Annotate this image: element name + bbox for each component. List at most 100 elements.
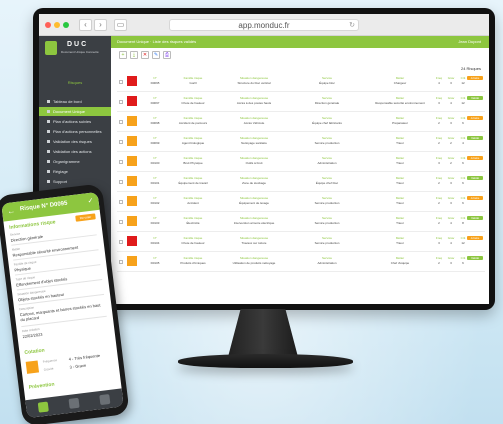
table-row[interactable]: N° D0100 Famille risque Bruit Physique Situa… (117, 154, 485, 172)
cell-value: Zone de stockage (242, 181, 266, 185)
table-row[interactable]: N° D0104 Famille risque Chute de hauteur Sit… (117, 234, 485, 252)
table-row[interactable]: N° D0099 Famille risque Agent biologique Sit… (117, 134, 485, 152)
cell-value: D0095 (150, 81, 160, 85)
frequency-label: Fréquence (42, 358, 58, 364)
sidebar-item-dashboard[interactable]: Tableau de bord (39, 97, 111, 106)
sidebar-item-document-unique[interactable]: Document Unique (39, 107, 111, 116)
criticity-square (127, 236, 137, 246)
table-cell-id: N° D0095 (145, 76, 165, 85)
table-row[interactable]: N° D0103 Famille risque Électricité Situatio… (117, 214, 485, 232)
table-row[interactable]: N° D0097 Famille risque Chute de hauteur Sit… (117, 94, 485, 112)
table-cell-service: Service Équipe chef fabricants (297, 116, 357, 125)
status-badge[interactable]: Validé (467, 256, 483, 260)
row-checkbox[interactable] (119, 200, 123, 204)
table-row[interactable]: N° D0101 Famille risque Équipement de trava… (117, 174, 485, 192)
back-arrow-icon[interactable]: ‹ (79, 19, 92, 31)
sidebar-item-validate-actions[interactable]: Validation des actions (39, 147, 111, 156)
status-badge[interactable]: Validé (467, 216, 483, 220)
row-checkbox[interactable] (119, 80, 123, 84)
row-checkbox[interactable] (119, 240, 123, 244)
tab-sheets-icon[interactable] (99, 393, 111, 406)
table-cell-famille: Famille risque Chute de hauteur (172, 236, 214, 245)
back-arrow-icon[interactable]: ← (7, 206, 16, 216)
tab-risks-icon[interactable] (37, 401, 49, 413)
column-header: Situation dangereuse (239, 176, 269, 180)
cell-value: 2 (450, 161, 452, 165)
table-cell-id: N° D0104 (145, 236, 165, 245)
sidebar-heading: Risques (67, 80, 83, 85)
phone-tabbar (25, 388, 124, 419)
column-header: Grav (447, 96, 455, 100)
reload-icon[interactable]: ↻ (349, 20, 355, 31)
row-checkbox[interactable] (119, 260, 123, 264)
table-row[interactable]: N° D0095 Famille risque Gorill Situation dan… (117, 74, 485, 92)
sidebar-item-label: Plan d'actions suivies (53, 119, 92, 124)
cell-value: 2 (438, 221, 440, 225)
forward-arrow-icon[interactable]: › (94, 19, 107, 31)
table-row[interactable]: N° D0105 Famille risque Produits chimiques S… (117, 254, 485, 272)
sidebar-item-settings[interactable]: Réglage (39, 167, 111, 176)
row-checkbox[interactable] (119, 180, 123, 184)
column-header: Service (321, 156, 332, 160)
cell-value: 4 (462, 141, 464, 145)
status-badge[interactable]: A faire (467, 156, 483, 160)
delete-icon[interactable]: ✕ (141, 51, 149, 59)
add-icon[interactable]: + (119, 51, 127, 59)
sidebar-item-action-plans[interactable]: Plan d'actions suivies (39, 117, 111, 126)
sidebar-item-org-chart[interactable]: Organigramme (39, 157, 111, 166)
row-checkbox[interactable] (119, 160, 123, 164)
address-bar[interactable]: app.monduc.fr ↻ (169, 19, 359, 31)
table-cell-service: Service Administration (297, 256, 357, 265)
column-header: Métier (395, 136, 405, 140)
check-icon[interactable]: ✓ (87, 196, 94, 205)
column-header: N° (153, 256, 157, 260)
row-checkbox[interactable] (119, 120, 123, 124)
maximize-window-dot[interactable] (63, 22, 69, 28)
sidebar-item-personal-plans[interactable]: Plan d'actions personnelles (39, 127, 111, 136)
re-rate-button[interactable]: Re-coter (75, 213, 96, 222)
minimize-window-dot[interactable] (54, 22, 60, 28)
close-window-dot[interactable] (45, 22, 51, 28)
status-badge[interactable]: Validé (467, 136, 483, 140)
status-badge[interactable]: Validé (467, 176, 483, 180)
sidebar-item-label: Tableau de bord (53, 99, 82, 104)
sidebar-toggle-icon[interactable]: ▭ (114, 19, 127, 31)
column-header: Grav (447, 216, 455, 220)
cell-value: 3 (450, 81, 452, 85)
org-chart-icon (47, 160, 50, 164)
tab-actions-icon[interactable] (68, 397, 80, 409)
status-badge[interactable]: A faire (467, 236, 483, 240)
edit-icon[interactable]: ✎ (152, 51, 160, 59)
row-checkbox[interactable] (119, 140, 123, 144)
table-cell-metier: Métier Chargeur (365, 76, 435, 85)
status-badge[interactable]: A faire (467, 196, 483, 200)
table-row[interactable]: N° D0102 Famille risque Accident Situation d… (117, 194, 485, 212)
column-header: Service (321, 216, 332, 220)
table-cell-g: Grav 3 (447, 256, 455, 265)
table-cell-situation: Situation dangereuse Utilisation de produ… (220, 256, 288, 265)
user-menu[interactable]: Jean Dupont (458, 39, 481, 44)
gravity-value: 3 - Grave (69, 362, 87, 370)
cell-value: Service production (314, 201, 340, 205)
status-badge[interactable]: A faire (467, 116, 483, 120)
table-row[interactable]: N° D0098 Famille risque Accident de parcour… (117, 114, 485, 132)
sidebar-item-support[interactable]: Support (39, 177, 111, 186)
row-checkbox[interactable] (119, 220, 123, 224)
column-header: Crit (460, 136, 466, 140)
row-checkbox[interactable] (119, 100, 123, 104)
cell-value: D0101 (150, 181, 160, 185)
table-cell-c: Crit 12 (459, 76, 467, 85)
print-icon[interactable]: ⎙ (163, 51, 171, 59)
sidebar-item-label: Validation des risques (53, 139, 92, 144)
cell-value: 4 (450, 221, 452, 225)
table-cell-g: Grav 2 (447, 156, 455, 165)
sidebar-item-validate-risks[interactable]: Validation des risques (39, 137, 111, 146)
table-cell-id: N° D0099 (145, 136, 165, 145)
table-cell-service: Service Administration (297, 156, 357, 165)
download-icon[interactable]: ⤓ (130, 51, 138, 59)
cell-value: 12 (461, 101, 465, 105)
status-badge[interactable]: A faire (467, 76, 483, 80)
column-header: N° (153, 196, 157, 200)
status-badge[interactable]: Validé (467, 96, 483, 100)
cell-value: 3 (438, 101, 440, 105)
